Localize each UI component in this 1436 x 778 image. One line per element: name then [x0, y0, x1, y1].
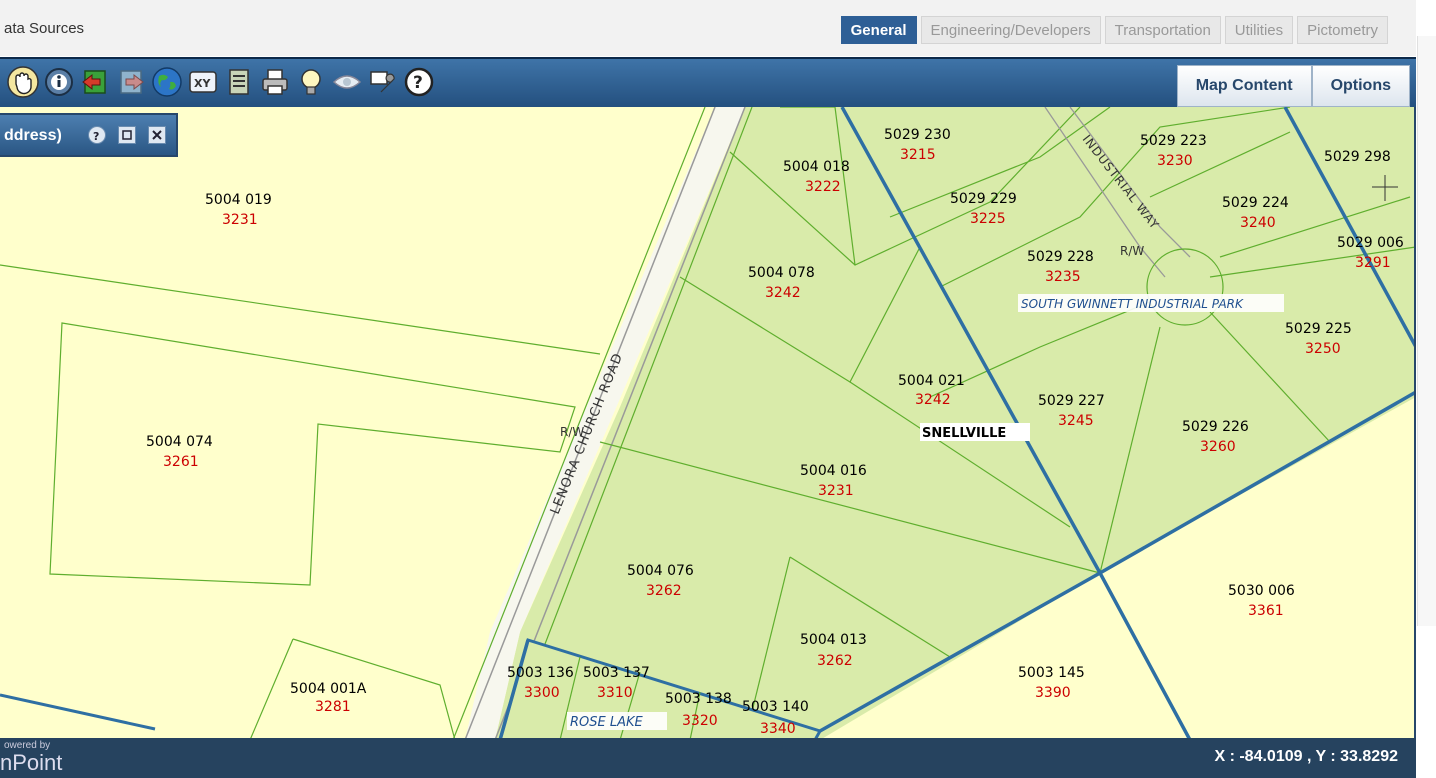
parcel-id: 5004 074 — [146, 434, 213, 450]
parcel-address: 3222 — [805, 179, 841, 195]
svg-text:?: ? — [93, 130, 99, 141]
parcel-id: 5004 021 — [898, 373, 965, 389]
parcel-address: 3390 — [1035, 685, 1071, 701]
parcel-address: 3361 — [1248, 603, 1284, 619]
parcel-address: 3281 — [315, 699, 351, 715]
rose-lake-label: ROSE LAKE — [570, 715, 644, 730]
parcel-id: 5029 223 — [1140, 133, 1207, 149]
identify-icon[interactable] — [42, 65, 76, 99]
scrollbar[interactable] — [1417, 36, 1436, 626]
parcel-address: 3231 — [222, 212, 258, 228]
parcel-id: 5004 016 — [800, 463, 867, 479]
options-button[interactable]: Options — [1311, 65, 1410, 107]
data-sources-label[interactable]: ata Sources — [4, 20, 84, 37]
parcel-address: 3242 — [765, 285, 801, 301]
parcel-id: 5029 229 — [950, 191, 1017, 207]
map-content-button[interactable]: Map Content — [1176, 65, 1312, 107]
tool-strip: XY ? — [6, 65, 436, 99]
panel-close-icon[interactable] — [148, 126, 166, 144]
parcel-id: 5004 076 — [627, 563, 694, 579]
top-bar: ata Sources General Engineering/Develope… — [0, 0, 1416, 56]
parcel-id: 5029 230 — [884, 127, 951, 143]
status-bar: owered by nPoint X : -84.0109 , Y : 33.8… — [0, 738, 1416, 778]
parcel-address: 3291 — [1355, 255, 1391, 271]
right-of-way-label: R/W — [1120, 244, 1144, 258]
full-extent-globe-icon[interactable] — [150, 65, 184, 99]
tab-pictometry[interactable]: Pictometry — [1297, 16, 1388, 44]
parcel-id: 5003 138 — [665, 691, 732, 707]
parcel-address: 3230 — [1157, 153, 1193, 169]
lightbulb-icon[interactable] — [294, 65, 328, 99]
parcel-id: 5004 013 — [800, 632, 867, 648]
parcel-address: 3261 — [163, 454, 199, 470]
previous-extent-icon[interactable] — [78, 65, 112, 99]
svg-text:XY: XY — [194, 77, 211, 90]
map-toolbar: XY ? Map Content Options — [0, 57, 1416, 107]
parcel-id: 5004 078 — [748, 265, 815, 281]
tab-general[interactable]: General — [840, 16, 917, 44]
coordinate-readout: X : -84.0109 , Y : 33.8292 — [1214, 748, 1398, 765]
parcel-address: 3245 — [1058, 413, 1094, 429]
pan-hand-icon[interactable] — [6, 65, 40, 99]
parcel-address: 3262 — [817, 653, 853, 669]
tab-transportation[interactable]: Transportation — [1104, 16, 1221, 44]
tab-engineering-developers[interactable]: Engineering/Developers — [920, 16, 1101, 44]
parcel-address: 3225 — [970, 211, 1006, 227]
map-viewport[interactable]: 5004 019 3231 5004 074 3261 5004 001A 32… — [0, 107, 1416, 740]
parcel-id: 5003 140 — [742, 699, 809, 715]
subdivision-label: SOUTH GWINNETT INDUSTRIAL PARK — [1021, 297, 1244, 311]
eye-icon[interactable] — [330, 65, 364, 99]
parcel-id: 5029 226 — [1182, 419, 1249, 435]
parcel-id: 5003 145 — [1018, 665, 1085, 681]
report-list-icon[interactable] — [222, 65, 256, 99]
right-of-way-label: R/W — [560, 425, 584, 439]
parcel-address: 3300 — [524, 685, 560, 701]
panel-help-icon[interactable]: ? — [88, 126, 106, 144]
panel-restore-icon[interactable] — [118, 126, 136, 144]
parcel-id: 5029 225 — [1285, 321, 1352, 337]
xy-coordinate-icon[interactable]: XY — [186, 65, 220, 99]
parcel-address: 3231 — [818, 483, 854, 499]
parcel-address: 3215 — [900, 147, 936, 163]
parcel-id: 5029 224 — [1222, 195, 1289, 211]
parcel-line — [249, 638, 294, 740]
parcel-id: 5003 137 — [583, 665, 650, 681]
panel-buttons: Map Content Options — [1176, 65, 1410, 107]
parcel-address: 3260 — [1200, 439, 1236, 455]
parcel-line — [0, 264, 601, 355]
tools-icon[interactable] — [366, 65, 400, 99]
city-label: SNELLVILLE — [922, 426, 1006, 441]
help-icon[interactable]: ? — [402, 65, 436, 99]
print-icon[interactable] — [258, 65, 292, 99]
search-panel-title: ddress) — [4, 127, 62, 144]
parcel-address: 3320 — [682, 713, 718, 729]
parcel-id: 5029 298 — [1324, 149, 1391, 165]
parcel-id: 5004 019 — [205, 192, 272, 208]
parcel-id: 5029 228 — [1027, 249, 1094, 265]
parcel-id: 5004 018 — [783, 159, 850, 175]
search-panel: ddress) ? — [0, 113, 178, 157]
parcel-id: 5030 006 — [1228, 583, 1295, 599]
parcel-5004-074-outline — [49, 322, 576, 586]
parcel-address: 3240 — [1240, 215, 1276, 231]
parcel-line — [0, 693, 156, 731]
parcel-address: 3250 — [1305, 341, 1341, 357]
parcel-address: 3235 — [1045, 269, 1081, 285]
parcel-address: 3340 — [760, 721, 796, 737]
parcel-address: 3262 — [646, 583, 682, 599]
brand-logo: nPoint — [0, 750, 63, 775]
next-extent-icon[interactable] — [114, 65, 148, 99]
tab-utilities[interactable]: Utilities — [1224, 16, 1294, 44]
parcel-address: 3310 — [597, 685, 633, 701]
parcel-map[interactable]: 5004 019 3231 5004 074 3261 5004 001A 32… — [0, 107, 1416, 740]
layer-tabs: General Engineering/Developers Transport… — [840, 16, 1388, 44]
parcel-id: 5004 001A — [290, 681, 367, 697]
parcel-id: 5029 006 — [1337, 235, 1404, 251]
svg-text:?: ? — [413, 73, 423, 93]
parcel-id: 5029 227 — [1038, 393, 1105, 409]
search-panel-titlebar[interactable]: ddress) ? — [0, 115, 176, 155]
parcel-address: 3242 — [915, 392, 951, 408]
parcel-id: 5003 136 — [507, 665, 574, 681]
